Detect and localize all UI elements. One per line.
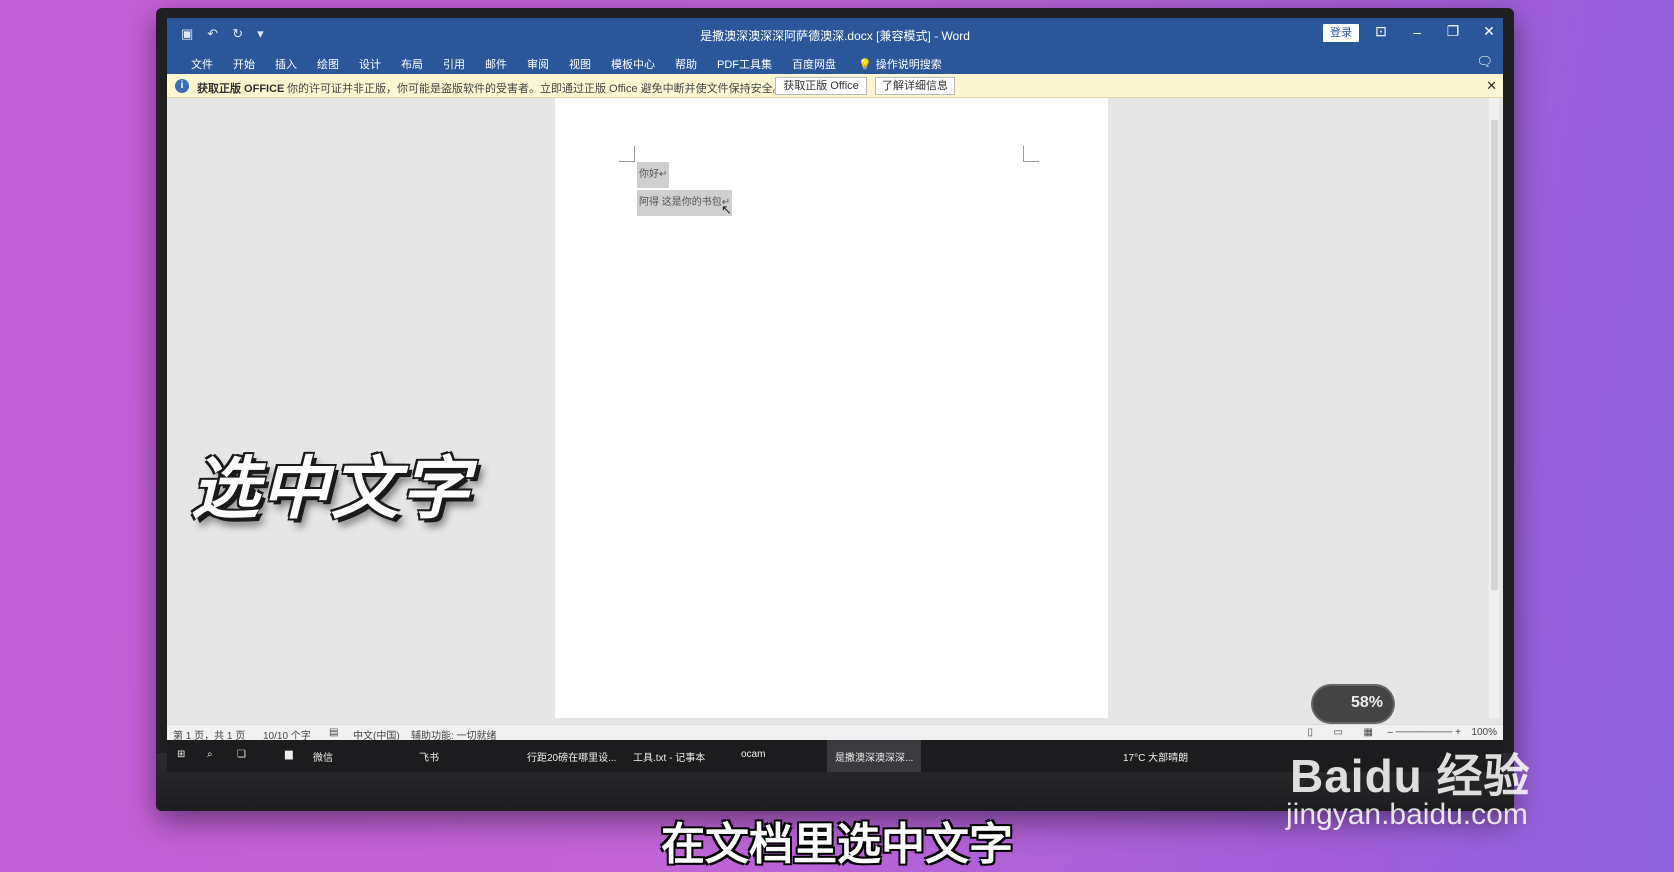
tab-design[interactable]: 设计 <box>349 56 391 72</box>
tab-home[interactable]: 开始 <box>223 56 265 72</box>
comments-icon[interactable]: 🗨 <box>1476 54 1493 70</box>
tab-insert[interactable]: 插入 <box>265 56 307 72</box>
tell-me-search[interactable]: 💡 操作说明搜索 <box>846 56 952 72</box>
margin-corner-mark <box>619 146 635 162</box>
zoom-slider[interactable]: – ──────── + <box>1387 727 1461 738</box>
taskbar-item-feishu[interactable]: 飞书 <box>419 749 439 764</box>
window-title: 是撒澳深澳深深阿萨德澳深.docx [兼容模式] - Word <box>700 29 970 43</box>
tab-review[interactable]: 审阅 <box>517 56 559 72</box>
document-page[interactable]: 你好↵ 阿得 这是你的书包↵ ↖ <box>555 98 1108 718</box>
taskbar-app-icon[interactable]: ▆ <box>285 749 293 760</box>
window-controls: ⊡ – ❐ ✕ <box>1373 23 1497 40</box>
selected-text-line[interactable]: 阿得 这是你的书包↵ <box>637 190 733 216</box>
taskbar-item-word[interactable]: 是撒澳深澳深深... <box>827 740 922 772</box>
overlay-caption: 选中文字 <box>191 451 472 527</box>
read-mode-icon[interactable]: ▯ <box>1307 727 1313 738</box>
minimize-icon[interactable]: – <box>1409 24 1425 40</box>
word-window: ▣ ↶ ↻ ▾ 是撒澳深澳深深阿萨德澳深.docx [兼容模式] - Word … <box>167 18 1503 772</box>
tab-help[interactable]: 帮助 <box>665 56 707 72</box>
zoom-level[interactable]: 100% <box>1471 727 1497 738</box>
print-layout-icon[interactable]: ▭ <box>1334 727 1343 738</box>
learn-more-button[interactable]: 了解详细信息 <box>875 77 955 95</box>
get-genuine-office-button[interactable]: 获取正版 Office <box>775 77 867 95</box>
performance-widget[interactable]: 58% <box>1313 686 1393 722</box>
web-layout-icon[interactable]: ▦ <box>1364 727 1373 738</box>
title-bar: ▣ ↶ ↻ ▾ 是撒澳深澳深深阿萨德澳深.docx [兼容模式] - Word … <box>167 18 1503 50</box>
tab-baidu-netdisk[interactable]: 百度网盘 <box>782 56 846 72</box>
margin-corner-mark <box>1023 146 1039 162</box>
document-area: 你好↵ 阿得 这是你的书包↵ ↖ 选中文字 <box>167 98 1503 753</box>
tab-pdf-tools[interactable]: PDF工具集 <box>707 56 782 72</box>
tab-draw[interactable]: 绘图 <box>307 56 349 72</box>
taskbar-item-wechat[interactable]: 微信 <box>313 749 333 764</box>
tab-template-center[interactable]: 模板中心 <box>601 56 665 72</box>
proofing-icon[interactable]: ▤ <box>329 727 338 738</box>
scrollbar-thumb[interactable] <box>1491 120 1498 590</box>
info-bar-title: 获取正版 OFFICE <box>197 83 285 95</box>
tab-file[interactable]: 文件 <box>181 56 223 72</box>
weather-indicator[interactable]: 17°C 大部晴朗 <box>1123 749 1188 764</box>
search-icon[interactable]: ⌕ <box>207 749 213 760</box>
ribbon-tabs: 文件 开始 插入 绘图 设计 布局 引用 邮件 审阅 视图 模板中心 帮助 PD… <box>167 50 1503 74</box>
task-view-icon[interactable]: ❏ <box>237 749 246 760</box>
tell-me-label: 操作说明搜索 <box>875 59 942 71</box>
tab-mailings[interactable]: 邮件 <box>475 56 517 72</box>
status-bar: 第 1 页，共 1 页 10/10 个字 ▤ 中文(中国) 辅助功能: 一切就绪… <box>167 724 1503 742</box>
tab-references[interactable]: 引用 <box>433 56 475 72</box>
info-icon: i <box>175 79 189 93</box>
login-button[interactable]: 登录 <box>1323 24 1359 42</box>
taskbar-item-browser[interactable]: 行距20磅在哪里设... <box>527 749 616 764</box>
tab-layout[interactable]: 布局 <box>391 56 433 72</box>
tab-view[interactable]: 视图 <box>559 56 601 72</box>
mouse-pointer-icon: ↖ <box>721 202 732 217</box>
ribbon-display-icon[interactable]: ⊡ <box>1373 23 1389 40</box>
start-icon[interactable]: ⊞ <box>177 749 185 760</box>
lightbulb-icon: 💡 <box>858 59 872 71</box>
taskbar-item-ocam[interactable]: ocam <box>741 749 765 760</box>
restore-icon[interactable]: ❐ <box>1445 23 1461 40</box>
info-bar-close-icon[interactable]: ✕ <box>1486 78 1497 94</box>
video-subtitle: 在文档里选中文字 <box>661 820 1013 869</box>
selected-text-line[interactable]: 你好↵ <box>637 162 670 188</box>
info-bar-message: 你的许可证并非正版，你可能是盗版软件的受害者。立即通过正版 Office 避免中… <box>287 83 784 95</box>
close-icon[interactable]: ✕ <box>1481 23 1497 40</box>
taskbar-item-notepad[interactable]: 工具.txt - 记事本 <box>633 749 705 764</box>
baidu-jingyan-logo: Baidu 经验 <box>1290 750 1531 802</box>
license-info-bar: i 获取正版 OFFICE 你的许可证并非正版，你可能是盗版软件的受害者。立即通… <box>167 74 1503 98</box>
